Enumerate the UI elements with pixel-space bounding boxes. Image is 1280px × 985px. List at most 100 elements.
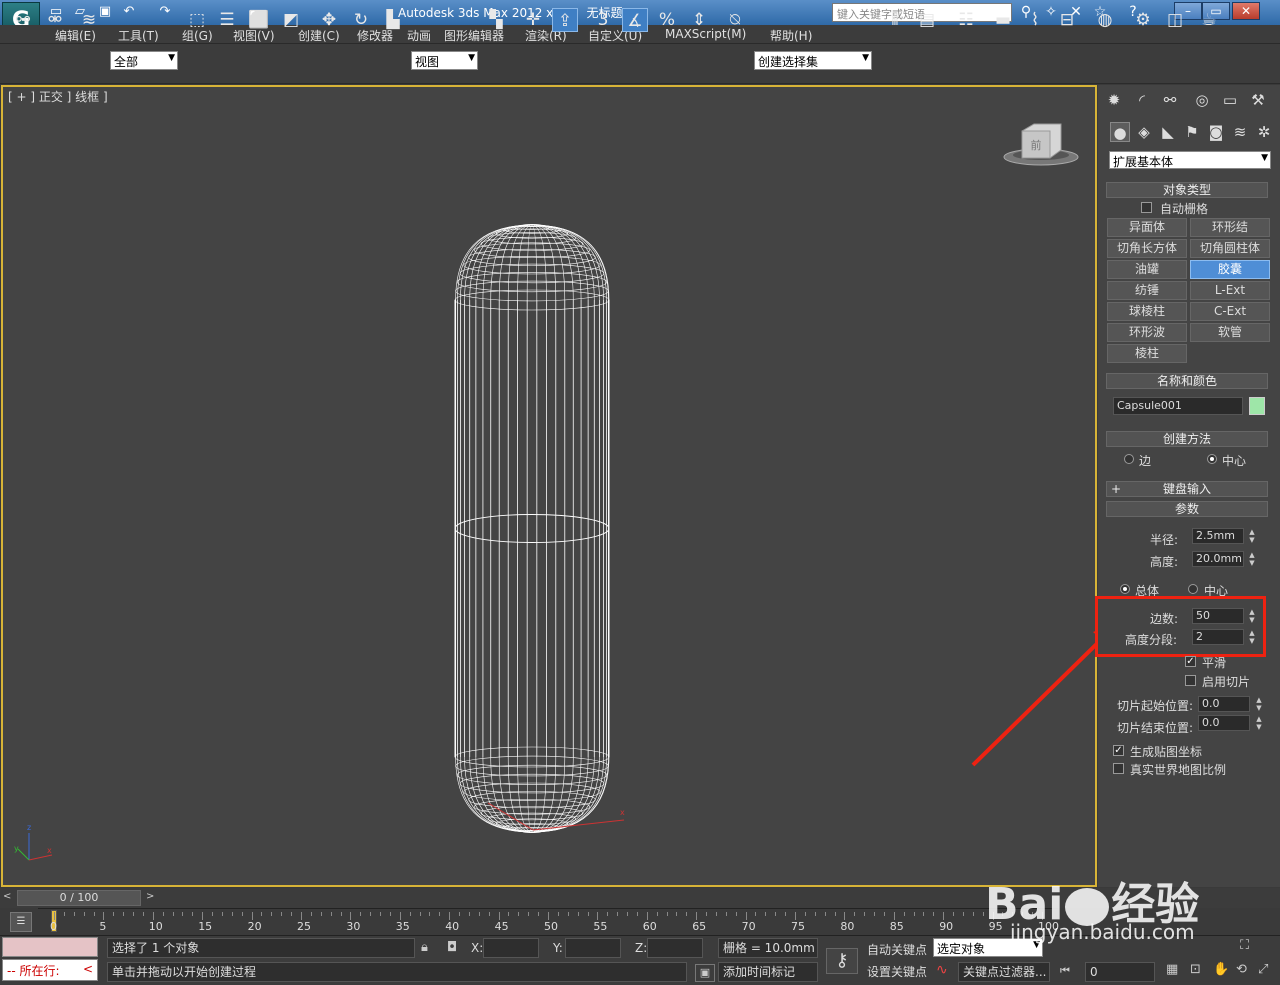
hierarchy-tab-icon[interactable]: ⚯: [1160, 90, 1180, 110]
radius-spinner[interactable]: 2.5mm: [1192, 528, 1244, 544]
real-world-checkbox[interactable]: [1113, 763, 1124, 774]
center-mode-radio[interactable]: [1188, 584, 1198, 594]
current-frame-field[interactable]: 0: [1085, 962, 1155, 982]
time-next-icon[interactable]: >: [146, 891, 154, 902]
lights-icon[interactable]: ◣: [1158, 122, 1178, 142]
object-type-button-3[interactable]: 切角圆柱体: [1190, 239, 1270, 258]
object-type-button-0[interactable]: 异面体: [1107, 218, 1187, 237]
helpers-icon[interactable]: ◙: [1206, 122, 1226, 142]
timeline-tick: [133, 912, 135, 916]
render-teapot-icon[interactable]: ☕: [1196, 8, 1222, 32]
auto-key-button[interactable]: 自动关键点: [867, 941, 927, 958]
slice-from-spin-arrows[interactable]: ▲ ▼: [1254, 696, 1264, 712]
creation-method-rollout[interactable]: 创建方法: [1106, 431, 1268, 447]
x-coord-field[interactable]: [483, 938, 539, 958]
orbit-icon[interactable]: ⟲: [1236, 962, 1247, 977]
time-slider[interactable]: 0 / 100: [17, 890, 141, 906]
zoom-extents-icon[interactable]: ⊡: [1190, 962, 1201, 977]
timeline-tick: [725, 912, 727, 916]
smooth-checkbox[interactable]: ✓: [1185, 656, 1196, 667]
slice-from-spinner[interactable]: 0.0: [1198, 696, 1250, 712]
watermark-url: jingyan.baidu.com: [1010, 920, 1195, 944]
key-curve-icon[interactable]: ∿: [936, 962, 948, 978]
object-type-button-5[interactable]: 胶囊: [1190, 260, 1270, 279]
object-name-field[interactable]: Capsule001: [1113, 397, 1243, 415]
set-key-button[interactable]: 设置关键点: [867, 963, 927, 980]
time-config-icon[interactable]: ▦: [1166, 962, 1178, 977]
object-type-button-2[interactable]: 切角长方体: [1107, 239, 1187, 258]
slice-on-label: 启用切片: [1202, 675, 1251, 689]
object-type-button-11[interactable]: 软管: [1190, 323, 1270, 342]
height-spinner[interactable]: 20.0mm: [1192, 551, 1244, 567]
running-line-field[interactable]: -- 所在行: <: [2, 959, 98, 981]
timeline-tick: [231, 912, 233, 916]
track-bar-toggle-icon[interactable]: ☰: [10, 912, 32, 932]
radius-spin-arrows[interactable]: ▲ ▼: [1247, 528, 1257, 544]
systems-icon[interactable]: ✲: [1254, 122, 1274, 142]
maxscript-mini-listener[interactable]: [2, 937, 98, 957]
timeline-tick: [212, 912, 214, 916]
add-time-tag[interactable]: 添加时间标记: [718, 962, 818, 982]
set-key-icon[interactable]: ⚷: [826, 948, 858, 974]
time-prev-icon[interactable]: <: [3, 891, 11, 902]
pan-hand-icon[interactable]: ✋: [1213, 962, 1229, 977]
slice-to-spin-arrows[interactable]: ▲ ▼: [1254, 715, 1264, 731]
timeline-tick: [982, 912, 984, 916]
cameras-icon[interactable]: ⚑: [1182, 122, 1202, 142]
object-type-button-8[interactable]: 球棱柱: [1107, 302, 1187, 321]
goto-start-icon[interactable]: ⏮: [1060, 964, 1070, 978]
motion-tab-icon[interactable]: ◎: [1192, 90, 1212, 110]
object-type-button-1[interactable]: 环形结: [1190, 218, 1270, 237]
timeline-tick: [310, 912, 312, 916]
object-type-button-9[interactable]: C-Ext: [1190, 302, 1270, 321]
rendered-frame-icon[interactable]: ◫: [1162, 8, 1188, 32]
timeline-tick: [715, 912, 717, 916]
keyboard-entry-rollout[interactable]: + 键盘输入: [1106, 481, 1268, 497]
object-type-button-4[interactable]: 油罐: [1107, 260, 1187, 279]
timeline-tick: [330, 912, 332, 916]
height-spin-arrows[interactable]: ▲ ▼: [1247, 551, 1257, 567]
overall-radio[interactable]: [1120, 584, 1130, 594]
z-coord-field[interactable]: [647, 938, 703, 958]
time-tag-icon[interactable]: ▣: [695, 964, 715, 982]
key-filters-button[interactable]: 关键点过滤器...: [958, 962, 1050, 982]
modify-tab-icon[interactable]: ◜: [1132, 90, 1152, 110]
edge-radio[interactable]: [1124, 454, 1134, 464]
center-radio[interactable]: [1207, 454, 1217, 464]
timeline-tick: [370, 912, 372, 916]
y-coord-field[interactable]: [565, 938, 621, 958]
timeline-tick: [874, 912, 876, 916]
parameters-rollout[interactable]: 参数: [1106, 501, 1268, 517]
utilities-tab-icon[interactable]: ⚒: [1248, 90, 1268, 110]
timeline-tick: [646, 912, 648, 920]
timeline-tick: [883, 912, 885, 916]
render-setup-icon[interactable]: ⚙: [1130, 8, 1156, 32]
display-tab-icon[interactable]: ▭: [1220, 90, 1240, 110]
object-type-button-6[interactable]: 纺锤: [1107, 281, 1187, 300]
geometry-icon[interactable]: ●: [1110, 122, 1130, 142]
object-type-button-10[interactable]: 环形波: [1107, 323, 1187, 342]
primitive-category-dropdown[interactable]: 扩展基本体 ▼: [1109, 151, 1271, 169]
object-color-swatch[interactable]: [1249, 397, 1265, 415]
gen-mapping-checkbox[interactable]: ✓: [1113, 745, 1124, 756]
timeline-tick: [301, 912, 302, 920]
absolute-mode-icon[interactable]: ◘: [447, 940, 457, 955]
timeline-tick-label: 35: [395, 920, 410, 933]
object-type-button-12[interactable]: 棱柱: [1107, 344, 1187, 363]
close-button[interactable]: ✕: [1232, 2, 1260, 20]
timeline-tick: [291, 912, 293, 916]
maximize-viewport-icon[interactable]: ⤢: [1258, 962, 1268, 977]
zoom-region-icon[interactable]: ⛶: [1240, 938, 1249, 953]
timeline-tick: [577, 912, 579, 916]
object-type-rollout[interactable]: 对象类型: [1106, 182, 1268, 198]
name-color-rollout[interactable]: 名称和颜色: [1106, 373, 1268, 389]
slice-on-checkbox[interactable]: [1185, 675, 1196, 686]
timeline-tick: [221, 912, 223, 916]
spacewarps-icon[interactable]: ≋: [1230, 122, 1250, 142]
autogrid-checkbox[interactable]: [1141, 202, 1152, 213]
shapes-icon[interactable]: ◈: [1134, 122, 1154, 142]
create-tab-icon[interactable]: ✹: [1104, 90, 1124, 110]
slice-to-spinner[interactable]: 0.0: [1198, 715, 1250, 731]
object-type-button-7[interactable]: L-Ext: [1190, 281, 1270, 300]
lock-selection-icon[interactable]: 🔒︎: [421, 940, 428, 955]
